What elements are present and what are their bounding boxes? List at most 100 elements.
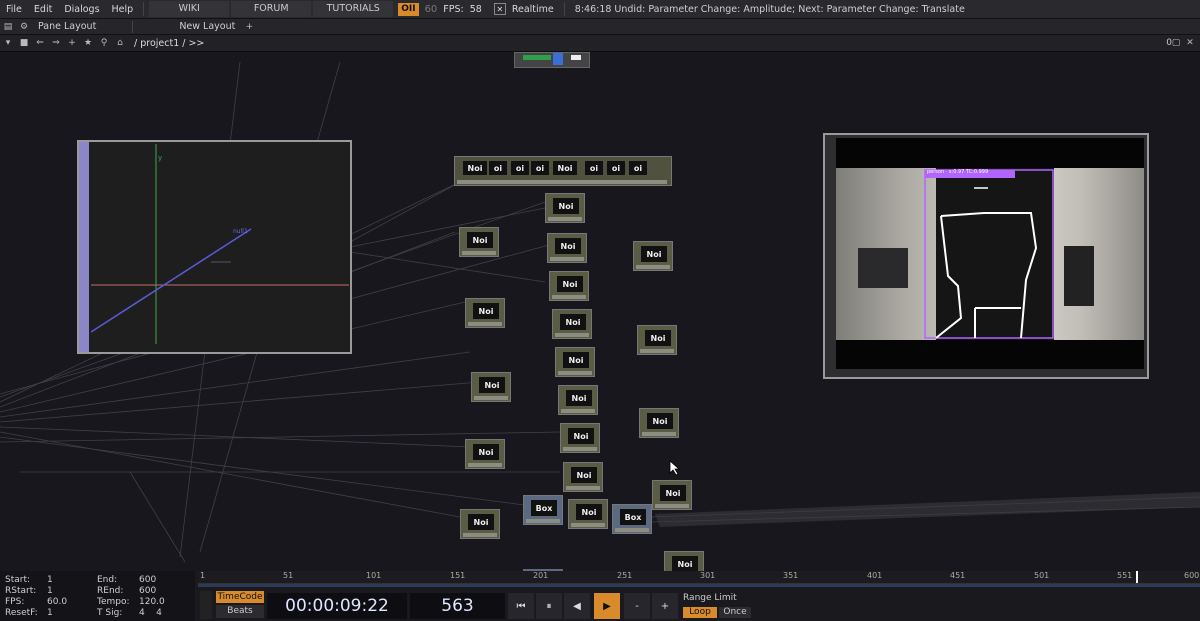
box-node[interactable]: Box [612, 504, 652, 534]
menu-edit[interactable]: Edit [28, 4, 58, 15]
menu-icon[interactable]: ▾ [1, 37, 15, 49]
node-label: Noi [641, 246, 667, 262]
forward-icon[interactable]: ⇒ [49, 37, 63, 49]
start-label: Start: [5, 575, 31, 585]
noise-node[interactable]: Noi [471, 372, 511, 402]
timeline-range-bar [198, 584, 1200, 587]
tab-wiki[interactable]: WIKI [149, 1, 230, 17]
noise-node[interactable]: Noi [652, 480, 692, 510]
back-icon[interactable]: ⇐ [33, 37, 47, 49]
node-label: oi [511, 161, 529, 175]
frame-display[interactable]: 563 [410, 593, 505, 619]
timecode-display[interactable]: 00:00:09:22 [267, 593, 407, 619]
viewer-null-label: null1 [233, 228, 248, 235]
playhead[interactable] [1136, 571, 1138, 583]
pause-button[interactable]: ⏸ [536, 593, 562, 619]
rend-value[interactable]: 600 [139, 586, 156, 596]
box-node[interactable]: Box [523, 495, 563, 525]
node-label: Noi [463, 161, 487, 175]
menu-help[interactable]: Help [106, 4, 140, 15]
oi-badge[interactable]: OII [398, 2, 419, 16]
pane-tool-icon[interactable]: ⚙ [17, 21, 31, 33]
noise-node[interactable]: Noi [639, 408, 679, 438]
rewind-start-button[interactable]: ⏮ [508, 593, 534, 619]
pane-layout-button[interactable]: Pane Layout [32, 21, 102, 32]
ruler-tick: 301 [700, 571, 716, 580]
node-label: Noi [566, 390, 592, 406]
noise-node[interactable]: Noi [459, 227, 499, 257]
timeline-handle[interactable] [200, 591, 212, 619]
top-node-strip[interactable] [514, 52, 590, 68]
window-icon[interactable]: ▢ [1169, 37, 1183, 49]
path-bar: ▾ ■ ⇐ ⇒ + ★ ⚲ ⌂ / project1 / >> 0 ▢ ✕ [0, 35, 1200, 52]
timeline-ruler[interactable]: 1 51 101 151 201 251 301 351 401 451 501… [198, 571, 1200, 584]
timeline-panel: Start: 1 RStart: 1 FPS: 60.0 ResetF: 1 E… [0, 571, 1200, 621]
noise-node[interactable]: Noi [465, 439, 505, 469]
realtime-checkbox[interactable]: ✕ [493, 3, 506, 15]
tab-tutorials[interactable]: TUTORIALS [313, 1, 394, 17]
loop-button[interactable]: Loop [683, 607, 717, 618]
noise-node[interactable]: Noi [637, 325, 677, 355]
resetf-value[interactable]: 1 [47, 608, 53, 618]
menu-file[interactable]: File [0, 4, 28, 15]
play-button[interactable]: ▶ [594, 593, 620, 619]
y-axis-label: y [158, 154, 162, 162]
search-icon[interactable]: ⚲ [97, 37, 111, 49]
start-value[interactable]: 1 [47, 575, 53, 585]
pane-bar: ▤ ⚙ Pane Layout New Layout + [0, 19, 1200, 35]
beats-button[interactable]: Beats [216, 605, 264, 618]
close-icon[interactable]: ✕ [1183, 37, 1197, 49]
tempo-label: Tempo: [97, 597, 130, 607]
noise-node[interactable]: Noi [552, 309, 592, 339]
node-label: Noi [560, 314, 586, 330]
once-button[interactable]: Once [719, 607, 751, 618]
node-label: Noi [553, 161, 577, 175]
video-viewer[interactable]: person · s:0.97 TC:0.999 [823, 133, 1149, 379]
noise-node[interactable]: Noi [568, 499, 608, 529]
range-limit-label: Range Limit [683, 593, 737, 603]
noise-node[interactable]: Noi [555, 347, 595, 377]
ruler-tick: 101 [366, 571, 382, 580]
noise-node[interactable]: Noi [633, 241, 673, 271]
node-label: Noi [473, 444, 499, 460]
home-icon[interactable]: ⌂ [113, 37, 127, 49]
geometry-viewer[interactable]: y null1 [77, 140, 352, 354]
menu-dialogs[interactable]: Dialogs [58, 4, 105, 15]
star-icon[interactable]: ★ [81, 37, 95, 49]
rstart-value[interactable]: 1 [47, 586, 53, 596]
node-row-merged[interactable]: Noi oi oi oi Noi oi oi oi [454, 156, 672, 186]
tsig-value[interactable]: 4 4 [139, 608, 162, 618]
fps-value[interactable]: 60.0 [47, 597, 67, 607]
noise-node[interactable]: Noi [549, 271, 589, 301]
ruler-tick: 551 [1117, 571, 1133, 580]
node-label: Noi [468, 514, 494, 530]
fps-value: 58 [469, 3, 482, 15]
timecode-button[interactable]: TimeCode [216, 591, 264, 603]
noise-node[interactable]: Noi [664, 551, 704, 571]
network-editor[interactable]: Noi oi oi oi Noi oi oi oi Noi Noi Noi No… [0, 52, 1200, 571]
noise-node[interactable]: Noi [560, 423, 600, 453]
noise-node[interactable]: Noi [460, 509, 500, 539]
tempo-value[interactable]: 120.0 [139, 597, 165, 607]
noise-node[interactable]: Noi [563, 462, 603, 492]
noise-node[interactable]: Noi [465, 298, 505, 328]
step-plus-button[interactable]: + [652, 593, 678, 619]
step-minus-button[interactable]: - [624, 593, 650, 619]
noise-node[interactable]: Noi [547, 233, 587, 263]
new-layout-button[interactable]: New Layout [173, 21, 241, 32]
network-path[interactable]: / project1 / >> [134, 38, 204, 49]
add-icon[interactable]: + [65, 37, 79, 49]
node-label: Noi [473, 303, 499, 319]
node-label: oi [531, 161, 549, 175]
noise-node[interactable]: Noi [558, 385, 598, 415]
node-label: Box [620, 509, 646, 525]
ruler-tick: 351 [783, 571, 799, 580]
add-layout-button[interactable]: + [242, 21, 256, 33]
node-label: Noi [553, 198, 579, 214]
tab-forum[interactable]: FORUM [231, 1, 312, 17]
step-back-button[interactable]: ◀ [564, 593, 590, 619]
noise-node[interactable]: Noi [545, 193, 585, 223]
pane-split-icon[interactable]: ▤ [1, 21, 15, 33]
stop-icon[interactable]: ■ [17, 37, 31, 49]
end-value[interactable]: 600 [139, 575, 156, 585]
